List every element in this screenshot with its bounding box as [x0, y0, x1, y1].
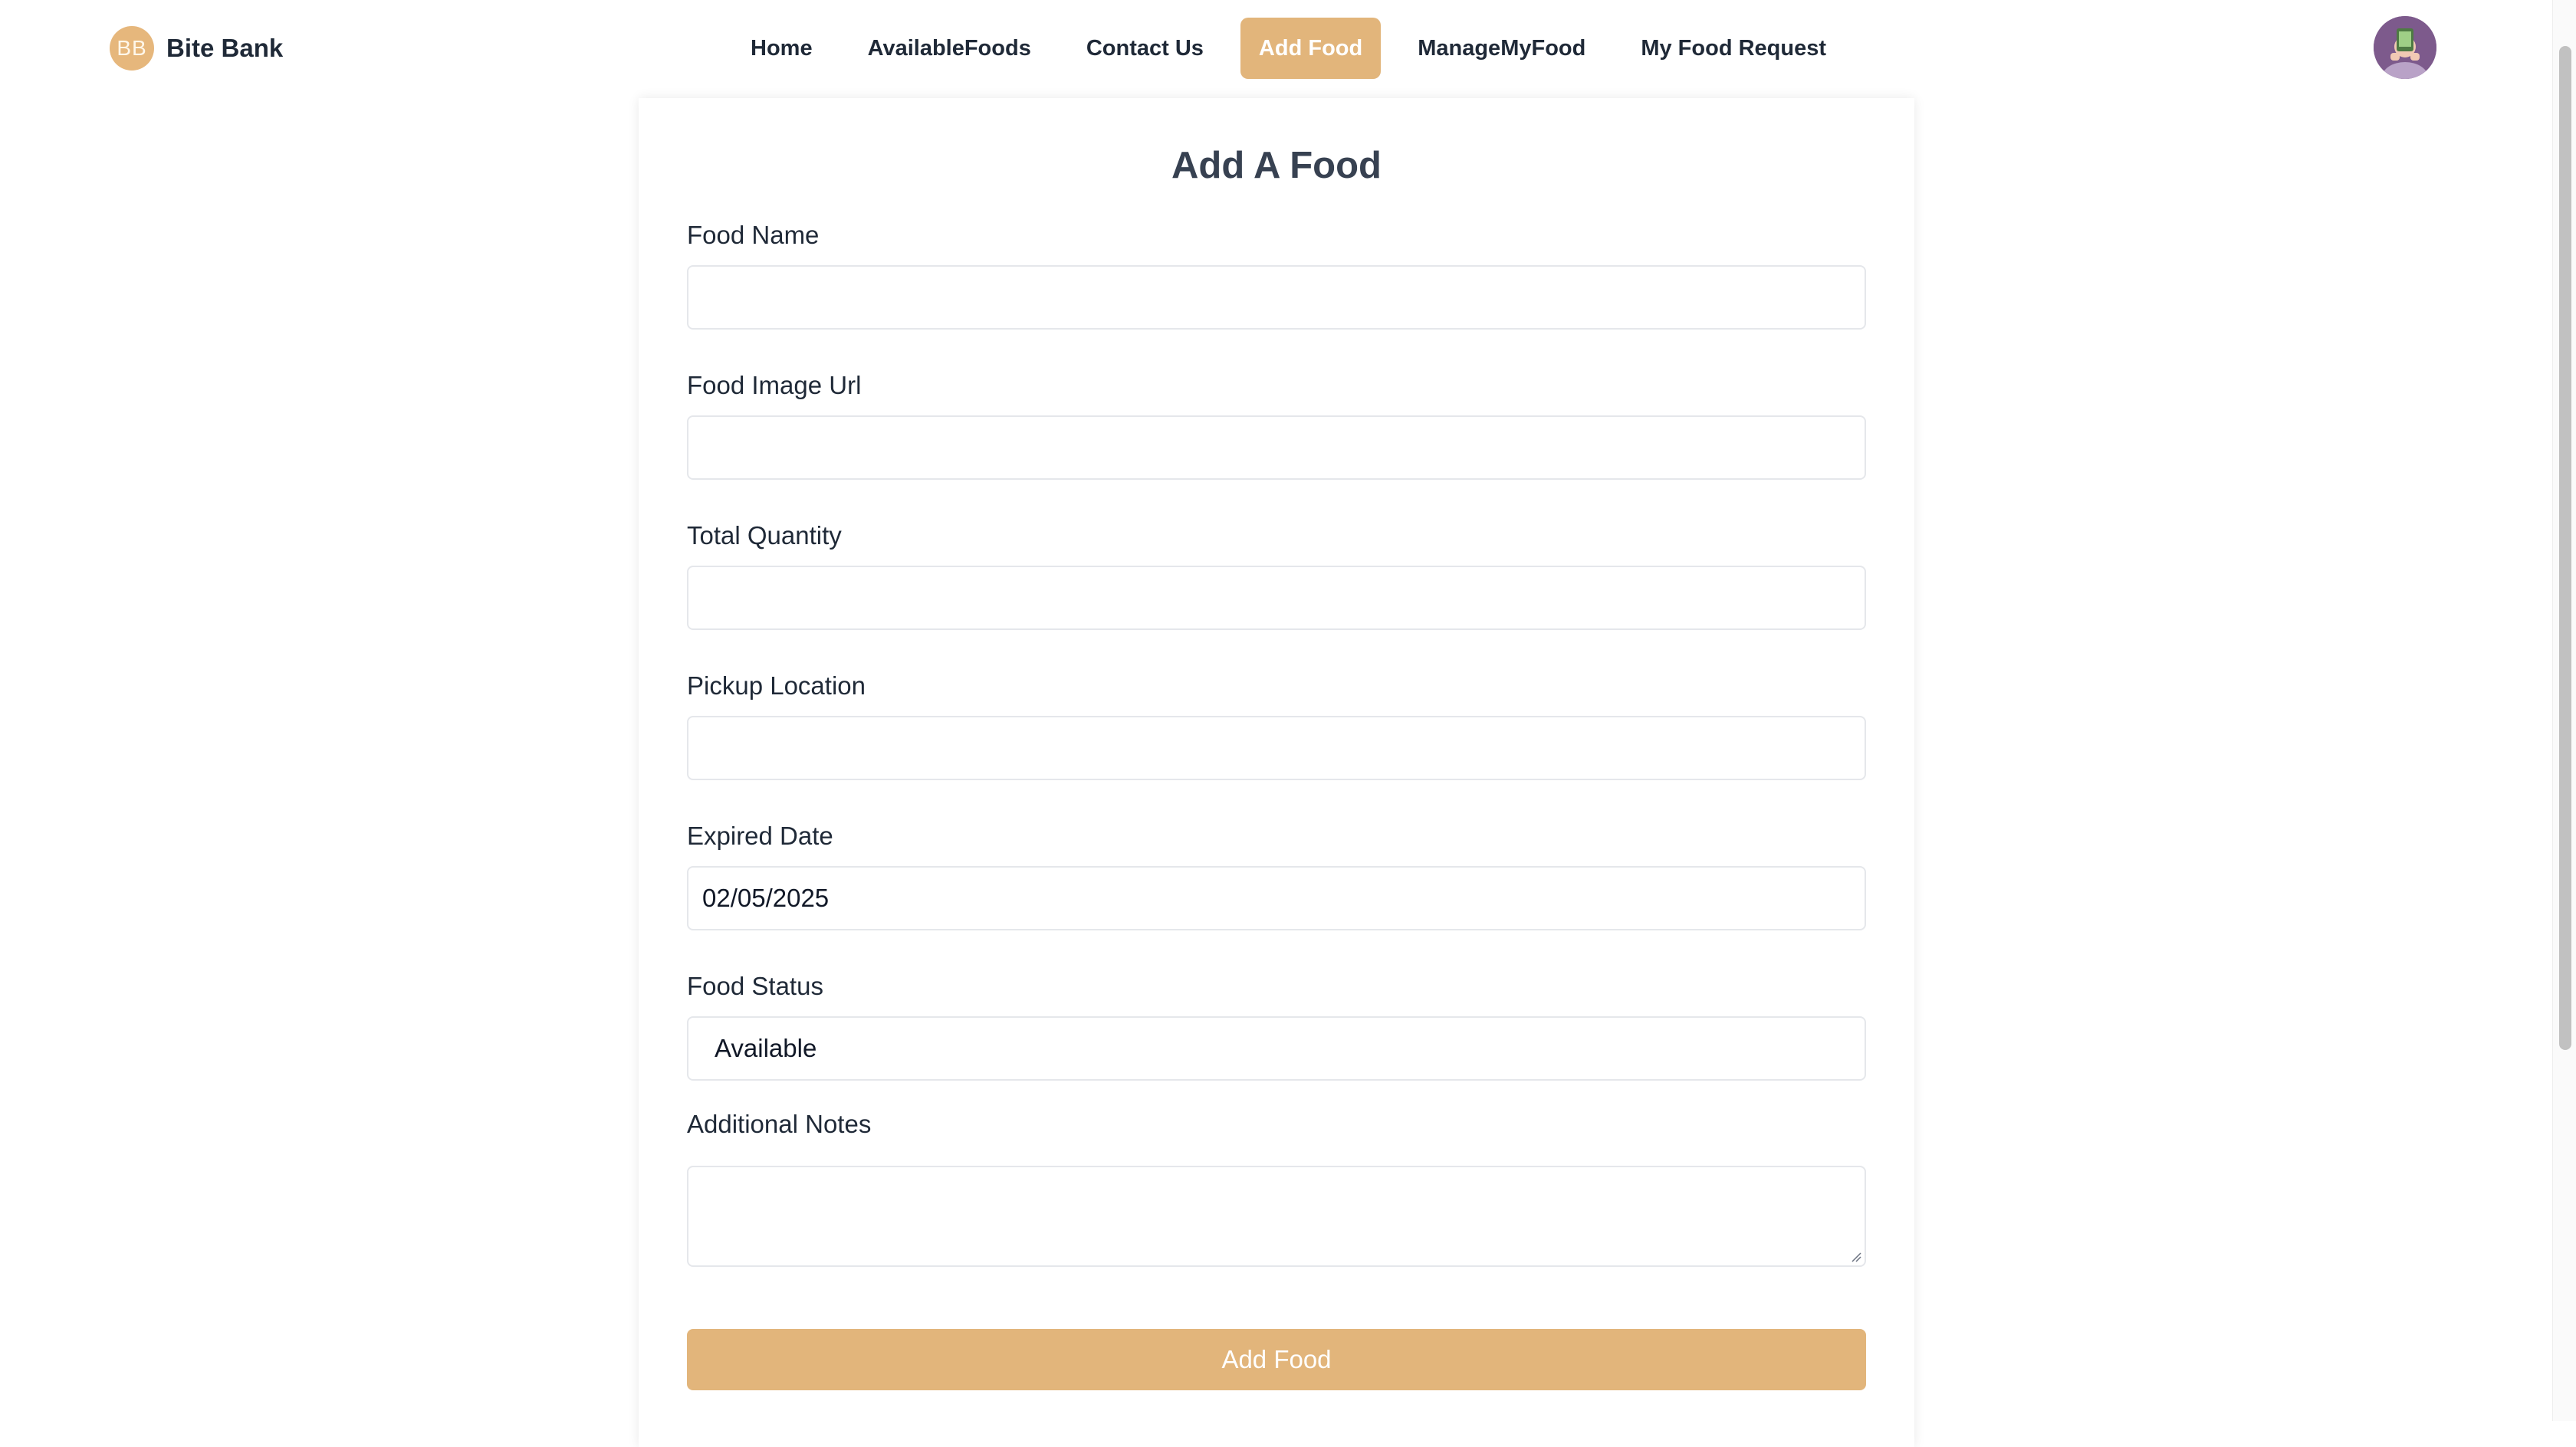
food-image-url-label: Food Image Url — [687, 371, 862, 399]
additional-notes-label: Additional Notes — [687, 1110, 872, 1138]
nav-item-home[interactable]: Home — [732, 18, 831, 79]
food-image-url-input[interactable] — [687, 415, 1866, 480]
add-food-form: Add A Food Food Name Food Image Url Tota… — [639, 98, 1914, 1447]
brand[interactable]: BB Bite Bank — [110, 25, 283, 71]
pickup-location-label: Pickup Location — [687, 671, 866, 700]
food-status-label: Food Status — [687, 972, 823, 1000]
food-status-select[interactable]: Available — [687, 1016, 1866, 1081]
food-name-input[interactable] — [687, 265, 1866, 330]
nav-item-my-food-request[interactable]: My Food Request — [1622, 18, 1845, 79]
food-name-label: Food Name — [687, 221, 820, 249]
total-quantity-label: Total Quantity — [687, 521, 842, 550]
brand-name: Bite Bank — [166, 34, 284, 62]
add-food-submit-button[interactable]: Add Food — [687, 1329, 1866, 1390]
pickup-location-input[interactable] — [687, 716, 1866, 780]
scrollbar-thumb[interactable] — [2559, 46, 2571, 1050]
expired-date-input[interactable]: 02/05/2025 — [687, 866, 1866, 930]
page-scrollbar[interactable] — [2552, 0, 2576, 1421]
nav-item-contact-us[interactable]: Contact Us — [1068, 18, 1222, 79]
brand-logo: BB — [110, 26, 154, 71]
navbar: BB Bite Bank Home AvailableFoods Contact… — [0, 0, 2553, 98]
additional-notes-textarea[interactable] — [687, 1166, 1866, 1267]
nav-menu: Home AvailableFoods Contact Us Add Food … — [732, 18, 1845, 79]
user-avatar-icon — [2374, 16, 2436, 79]
total-quantity-input[interactable] — [687, 566, 1866, 630]
expired-date-label: Expired Date — [687, 822, 833, 850]
user-avatar[interactable] — [2374, 16, 2436, 79]
nav-item-add-food[interactable]: Add Food — [1240, 18, 1382, 79]
textarea-resize-icon[interactable] — [1851, 1252, 1861, 1262]
nav-item-available-foods[interactable]: AvailableFoods — [849, 18, 1050, 79]
form-title: Add A Food — [1171, 145, 1382, 186]
nav-item-manage-my-food[interactable]: ManageMyFood — [1399, 18, 1604, 79]
